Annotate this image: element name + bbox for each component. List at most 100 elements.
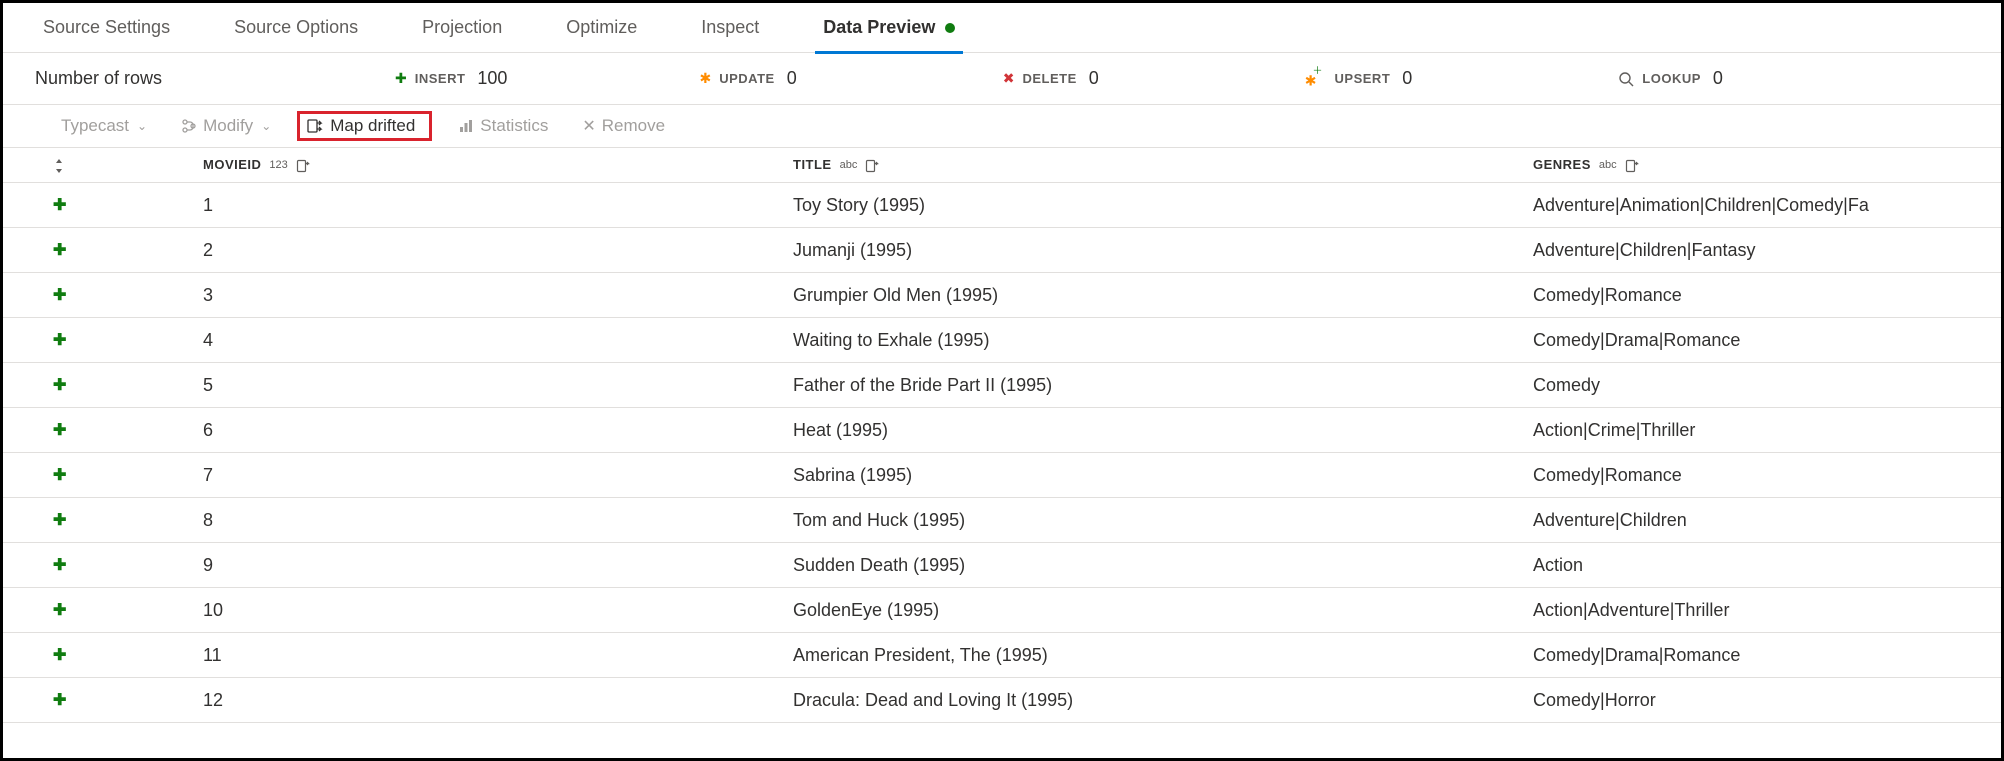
- column-action-icon[interactable]: [296, 157, 310, 173]
- cell-title: Toy Story (1995): [793, 195, 1533, 216]
- tool-label: Modify: [203, 116, 253, 136]
- cell-title: Father of the Bride Part II (1995): [793, 375, 1533, 396]
- asterisk-icon: ✱: [699, 70, 711, 87]
- tab-source-options[interactable]: Source Options: [202, 3, 390, 53]
- chevron-down-icon: ⌄: [261, 119, 271, 133]
- table-row[interactable]: ✚10GoldenEye (1995)Action|Adventure|Thri…: [3, 588, 2001, 633]
- cell-title: GoldenEye (1995): [793, 600, 1533, 621]
- map-drifted-highlight: Map drifted: [297, 111, 432, 141]
- x-icon: ✖: [1003, 70, 1015, 87]
- tab-label: Projection: [422, 17, 502, 38]
- x-icon: ✕: [582, 116, 595, 136]
- tool-label: Typecast: [61, 116, 129, 136]
- plus-icon: ✚: [53, 690, 203, 710]
- cell-title: Waiting to Exhale (1995): [793, 330, 1533, 351]
- type-tag: abc: [840, 159, 858, 171]
- plus-icon: ✚: [53, 285, 203, 305]
- cell-movieid: 4: [203, 330, 793, 351]
- tool-label: Map drifted: [330, 116, 415, 136]
- column-header-title[interactable]: TITLE abc: [793, 157, 1533, 173]
- plus-icon: ✚: [53, 195, 203, 215]
- stat-label: UPDATE: [719, 71, 774, 86]
- column-header-genres[interactable]: GENRES abc: [1533, 157, 1951, 173]
- statistics-button[interactable]: Statistics: [450, 112, 556, 140]
- tab-data-preview[interactable]: Data Preview: [791, 3, 987, 53]
- map-drifted-icon: [306, 117, 324, 135]
- tab-label: Inspect: [701, 17, 759, 38]
- table-row[interactable]: ✚8Tom and Huck (1995)Adventure|Children: [3, 498, 2001, 543]
- plus-icon: ✚: [395, 70, 407, 87]
- stat-delete: ✖ DELETE 0: [1003, 68, 1113, 90]
- cell-title: Jumanji (1995): [793, 240, 1533, 261]
- column-header-movieid[interactable]: MOVIEID 123: [203, 157, 793, 173]
- search-icon: [1618, 70, 1634, 87]
- tab-label: Data Preview: [823, 17, 935, 38]
- plus-icon: ✚: [53, 375, 203, 395]
- table-body: ✚1Toy Story (1995)Adventure|Animation|Ch…: [3, 183, 2001, 723]
- tab-inspect[interactable]: Inspect: [669, 3, 791, 53]
- cell-genres: Adventure|Animation|Children|Comedy|Fa: [1533, 195, 1951, 216]
- stat-update: ✱ UPDATE 0: [699, 68, 810, 90]
- cell-genres: Adventure|Children: [1533, 510, 1951, 531]
- table-row[interactable]: ✚5Father of the Bride Part II (1995)Come…: [3, 363, 2001, 408]
- plus-icon: ✚: [53, 330, 203, 350]
- bar-chart-icon: [458, 117, 474, 135]
- plus-icon: ✚: [53, 465, 203, 485]
- stat-value: 0: [1713, 68, 1737, 89]
- cell-title: Tom and Huck (1995): [793, 510, 1533, 531]
- column-action-icon[interactable]: [1625, 157, 1639, 173]
- cell-movieid: 5: [203, 375, 793, 396]
- column-label: MOVIEID: [203, 157, 261, 172]
- plus-icon: ✚: [53, 600, 203, 620]
- table-row[interactable]: ✚2Jumanji (1995)Adventure|Children|Fanta…: [3, 228, 2001, 273]
- tab-source-settings[interactable]: Source Settings: [11, 3, 202, 53]
- stat-label: INSERT: [415, 71, 466, 86]
- cell-movieid: 6: [203, 420, 793, 441]
- sort-icon: [53, 157, 65, 173]
- table-row[interactable]: ✚7Sabrina (1995)Comedy|Romance: [3, 453, 2001, 498]
- cell-title: Sabrina (1995): [793, 465, 1533, 486]
- column-label: TITLE: [793, 157, 832, 172]
- stat-value: 0: [1089, 68, 1113, 89]
- plus-icon: ✚: [53, 510, 203, 530]
- cell-movieid: 12: [203, 690, 793, 711]
- typecast-button[interactable]: Typecast ⌄: [53, 112, 155, 140]
- tab-projection[interactable]: Projection: [390, 3, 534, 53]
- chevron-down-icon: ⌄: [137, 119, 147, 133]
- cell-title: Sudden Death (1995): [793, 555, 1533, 576]
- status-dot-icon: [945, 23, 955, 33]
- cell-genres: Action|Crime|Thriller: [1533, 420, 1951, 441]
- cell-movieid: 9: [203, 555, 793, 576]
- sort-column[interactable]: [53, 157, 203, 173]
- stat-label: DELETE: [1022, 71, 1076, 86]
- plus-icon: ✚: [53, 645, 203, 665]
- table-row[interactable]: ✚11American President, The (1995)Comedy|…: [3, 633, 2001, 678]
- tab-optimize[interactable]: Optimize: [534, 3, 669, 53]
- table-row[interactable]: ✚3Grumpier Old Men (1995)Comedy|Romance: [3, 273, 2001, 318]
- remove-button[interactable]: ✕ Remove: [574, 112, 673, 140]
- stats-bar: Number of rows ✚ INSERT 100 ✱ UPDATE 0 ✖…: [3, 53, 2001, 105]
- rows-label: Number of rows: [35, 68, 395, 89]
- cell-genres: Adventure|Children|Fantasy: [1533, 240, 1951, 261]
- cell-genres: Comedy|Drama|Romance: [1533, 330, 1951, 351]
- cell-genres: Comedy: [1533, 375, 1951, 396]
- table-header: MOVIEID 123 TITLE abc GENRES abc: [3, 147, 2001, 183]
- cell-genres: Action: [1533, 555, 1951, 576]
- table-row[interactable]: ✚9Sudden Death (1995)Action: [3, 543, 2001, 588]
- branch-icon: [181, 117, 197, 135]
- stat-upsert: ✱＋ UPSERT 0: [1305, 68, 1426, 90]
- modify-button[interactable]: Modify ⌄: [173, 112, 279, 140]
- stat-insert: ✚ INSERT 100: [395, 68, 507, 90]
- cell-movieid: 8: [203, 510, 793, 531]
- column-action-icon[interactable]: [865, 157, 879, 173]
- table-row[interactable]: ✚4Waiting to Exhale (1995)Comedy|Drama|R…: [3, 318, 2001, 363]
- table-row[interactable]: ✚12Dracula: Dead and Loving It (1995)Com…: [3, 678, 2001, 723]
- tab-label: Optimize: [566, 17, 637, 38]
- cell-genres: Comedy|Horror: [1533, 690, 1951, 711]
- map-drifted-button[interactable]: Map drifted: [306, 116, 415, 136]
- table-row[interactable]: ✚1Toy Story (1995)Adventure|Animation|Ch…: [3, 183, 2001, 228]
- cell-genres: Comedy|Romance: [1533, 285, 1951, 306]
- stat-label: LOOKUP: [1642, 71, 1701, 86]
- table-row[interactable]: ✚6Heat (1995)Action|Crime|Thriller: [3, 408, 2001, 453]
- cell-title: Heat (1995): [793, 420, 1533, 441]
